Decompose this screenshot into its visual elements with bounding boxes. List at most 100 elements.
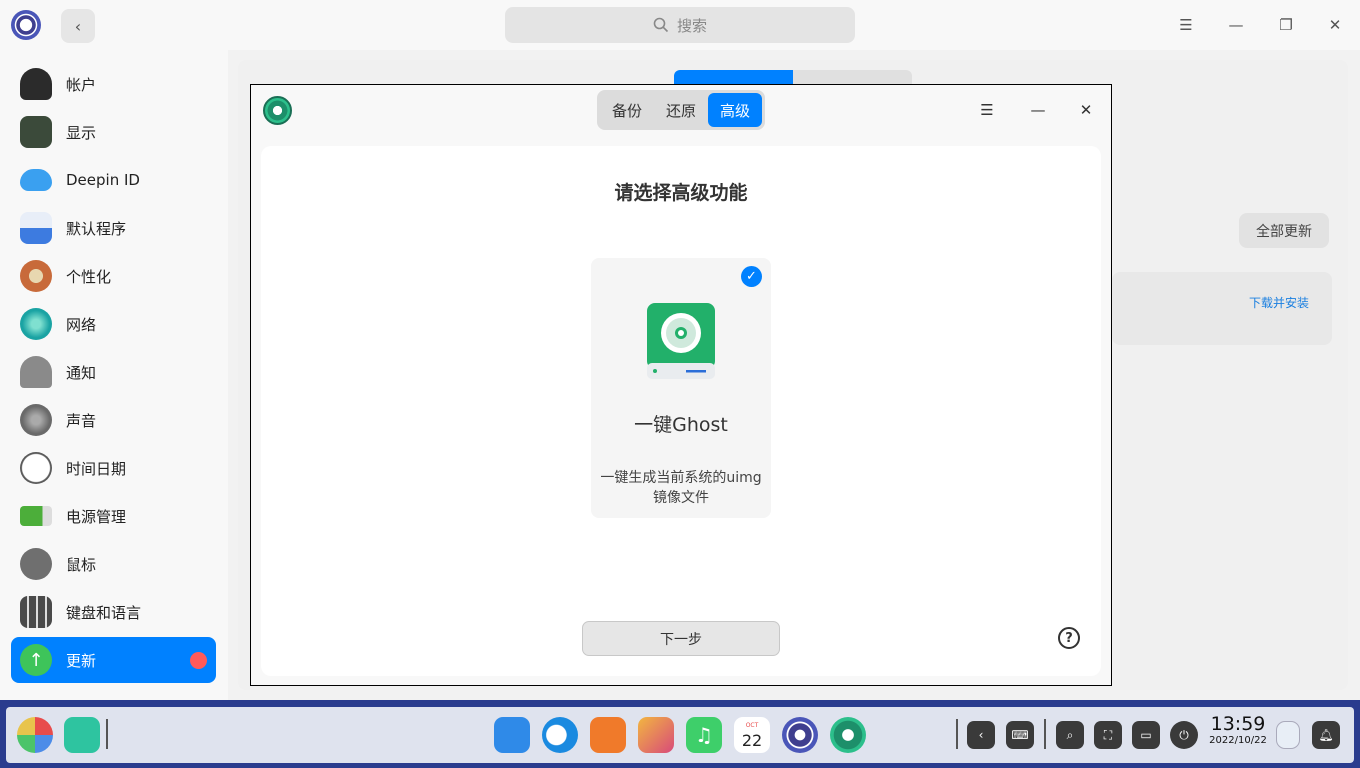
sidebar-item-account[interactable]: 帐户 [11, 61, 216, 107]
clock-time: 13:59 [1210, 713, 1266, 735]
default-apps-icon [20, 212, 52, 244]
maximize-button[interactable]: ❐ [1274, 13, 1298, 37]
sidebar-item-datetime[interactable]: 时间日期 [11, 445, 216, 491]
display-icon [20, 116, 52, 148]
close-icon: ✕ [1328, 16, 1342, 34]
sidebar-item-network[interactable]: 网络 [11, 301, 216, 347]
backup-restore-logo-icon [263, 96, 292, 125]
search-placeholder: 搜索 [676, 16, 707, 35]
calendar-day: 22 [741, 731, 763, 750]
feature-description: 一键生成当前系统的uimg镜像文件 [600, 470, 762, 506]
disk-drive-icon [647, 303, 715, 379]
minimize-button[interactable]: — [1224, 13, 1248, 37]
restore-icon: ❐ [1279, 16, 1293, 34]
clock-date: 2022/10/22 [1209, 735, 1267, 746]
download-install-link[interactable]: 下载并安装 [1249, 294, 1309, 311]
minimize-icon: — [1030, 101, 1046, 119]
screenshot-icon: ⛶ [1103, 727, 1113, 742]
dock-separator [956, 719, 958, 749]
network-icon [20, 308, 52, 340]
sidebar-item-personalization[interactable]: 个性化 [11, 253, 216, 299]
input-method-button[interactable]: ▭ [1132, 721, 1160, 749]
backup-restore-icon[interactable] [830, 717, 866, 753]
music-icon[interactable]: ♫ [686, 717, 722, 753]
keyboard-icon [20, 596, 52, 628]
sidebar-item-default-apps[interactable]: 默认程序 [11, 205, 216, 251]
sidebar: 帐户 显示 Deepin ID 默认程序 个性化 网络 通知 声音 时间日期 电… [0, 50, 228, 700]
help-button[interactable]: ? [1058, 627, 1080, 649]
backup-restore-dialog: 备份 还原 高级 ☰ — ✕ 请选择高级功能 ✓ 一键Ghost 一键生成当前系… [250, 84, 1112, 686]
chevron-left-icon: ‹ [978, 728, 984, 742]
next-button[interactable]: 下一步 [582, 621, 780, 656]
sidebar-item-label: 电源管理 [66, 507, 127, 526]
sidebar-item-label: 键盘和语言 [66, 603, 142, 622]
chevron-left-icon: ‹ [74, 16, 82, 36]
sidebar-item-update[interactable]: ↑ 更新 [11, 637, 216, 683]
menu-button[interactable]: ☰ [1174, 13, 1198, 37]
keyboard-icon: ⌨ [1011, 728, 1029, 742]
help-icon: ? [1065, 630, 1073, 646]
page-title: 请选择高级功能 [614, 182, 748, 204]
app-store-icon[interactable] [590, 717, 626, 753]
sidebar-item-label: 个性化 [66, 267, 112, 286]
speaker-icon [20, 404, 52, 436]
search-tray-button[interactable]: ⌕ [1056, 721, 1084, 749]
dock-separator [1044, 719, 1046, 749]
sidebar-item-keyboard[interactable]: 键盘和语言 [11, 589, 216, 635]
browser-icon[interactable] [542, 717, 578, 753]
sidebar-item-display[interactable]: 显示 [11, 109, 216, 155]
control-center-logo-icon [11, 10, 41, 40]
dialog-close-button[interactable]: ✕ [1075, 99, 1097, 121]
back-button[interactable]: ‹ [61, 9, 95, 43]
update-all-button[interactable]: 全部更新 [1239, 213, 1329, 248]
account-icon [20, 68, 52, 100]
calendar-icon[interactable]: OCT 22 [734, 717, 770, 753]
keyboard-layout-icon: ▭ [1140, 728, 1152, 742]
file-manager-icon[interactable] [494, 717, 530, 753]
search-icon [653, 17, 669, 33]
terminal-icon[interactable] [64, 717, 100, 753]
battery-icon [20, 506, 52, 526]
sidebar-item-sound[interactable]: 声音 [11, 397, 216, 443]
close-icon: ✕ [1079, 101, 1093, 119]
collapse-tray-button[interactable]: ‹ [967, 721, 995, 749]
dock-separator [106, 719, 108, 749]
launcher-icon[interactable] [17, 717, 53, 753]
sidebar-item-label: 默认程序 [66, 219, 127, 238]
tab-restore[interactable]: 还原 [654, 93, 708, 127]
taskbar: ♫ OCT 22 ‹ ⌨ ⌕ ⛶ ▭ ⏻ 13:59 2022/10/22 🔔︎ [0, 700, 1360, 768]
control-center-icon[interactable] [782, 717, 818, 753]
tab-backup[interactable]: 备份 [600, 93, 654, 127]
sidebar-item-mouse[interactable]: 鼠标 [11, 541, 216, 587]
onscreen-keyboard-button[interactable]: ⌨ [1006, 721, 1034, 749]
trash-icon[interactable] [1276, 721, 1300, 749]
sidebar-item-label: 鼠标 [66, 555, 97, 574]
minimize-icon: — [1228, 16, 1244, 34]
screenshot-button[interactable]: ⛶ [1094, 721, 1122, 749]
sidebar-item-notification[interactable]: 通知 [11, 349, 216, 395]
sidebar-item-label: 更新 [66, 651, 97, 670]
tab-advanced[interactable]: 高级 [708, 93, 762, 127]
power-button[interactable]: ⏻ [1170, 721, 1198, 749]
mode-segmented-control: 备份 还原 高级 [597, 90, 765, 130]
sidebar-item-label: 通知 [66, 363, 97, 382]
bell-icon: 🔔︎ [1318, 728, 1334, 742]
power-icon: ⏻ [1179, 727, 1189, 742]
notification-center-button[interactable]: 🔔︎ [1312, 721, 1340, 749]
dialog-menu-button[interactable]: ☰ [976, 99, 998, 121]
sidebar-item-power[interactable]: 电源管理 [11, 493, 216, 539]
close-button[interactable]: ✕ [1323, 13, 1347, 37]
sidebar-item-deepin-id[interactable]: Deepin ID [11, 157, 216, 203]
search-icon: ⌕ [1066, 727, 1074, 742]
image-viewer-icon[interactable] [638, 717, 674, 753]
clock[interactable]: 13:59 2022/10/22 [1209, 713, 1267, 747]
sidebar-item-label: 时间日期 [66, 459, 127, 478]
sidebar-item-label: 网络 [66, 315, 97, 334]
hamburger-menu-icon: ☰ [980, 101, 994, 119]
search-input[interactable]: 搜索 [505, 7, 855, 43]
ghost-feature-card[interactable]: ✓ 一键Ghost 一键生成当前系统的uimg镜像文件 [591, 258, 771, 518]
clock-icon [20, 452, 52, 484]
sidebar-item-label: 声音 [66, 411, 97, 430]
dialog-minimize-button[interactable]: — [1027, 99, 1049, 121]
dialog-body: 请选择高级功能 ✓ 一键Ghost 一键生成当前系统的uimg镜像文件 下一步 … [261, 146, 1101, 676]
